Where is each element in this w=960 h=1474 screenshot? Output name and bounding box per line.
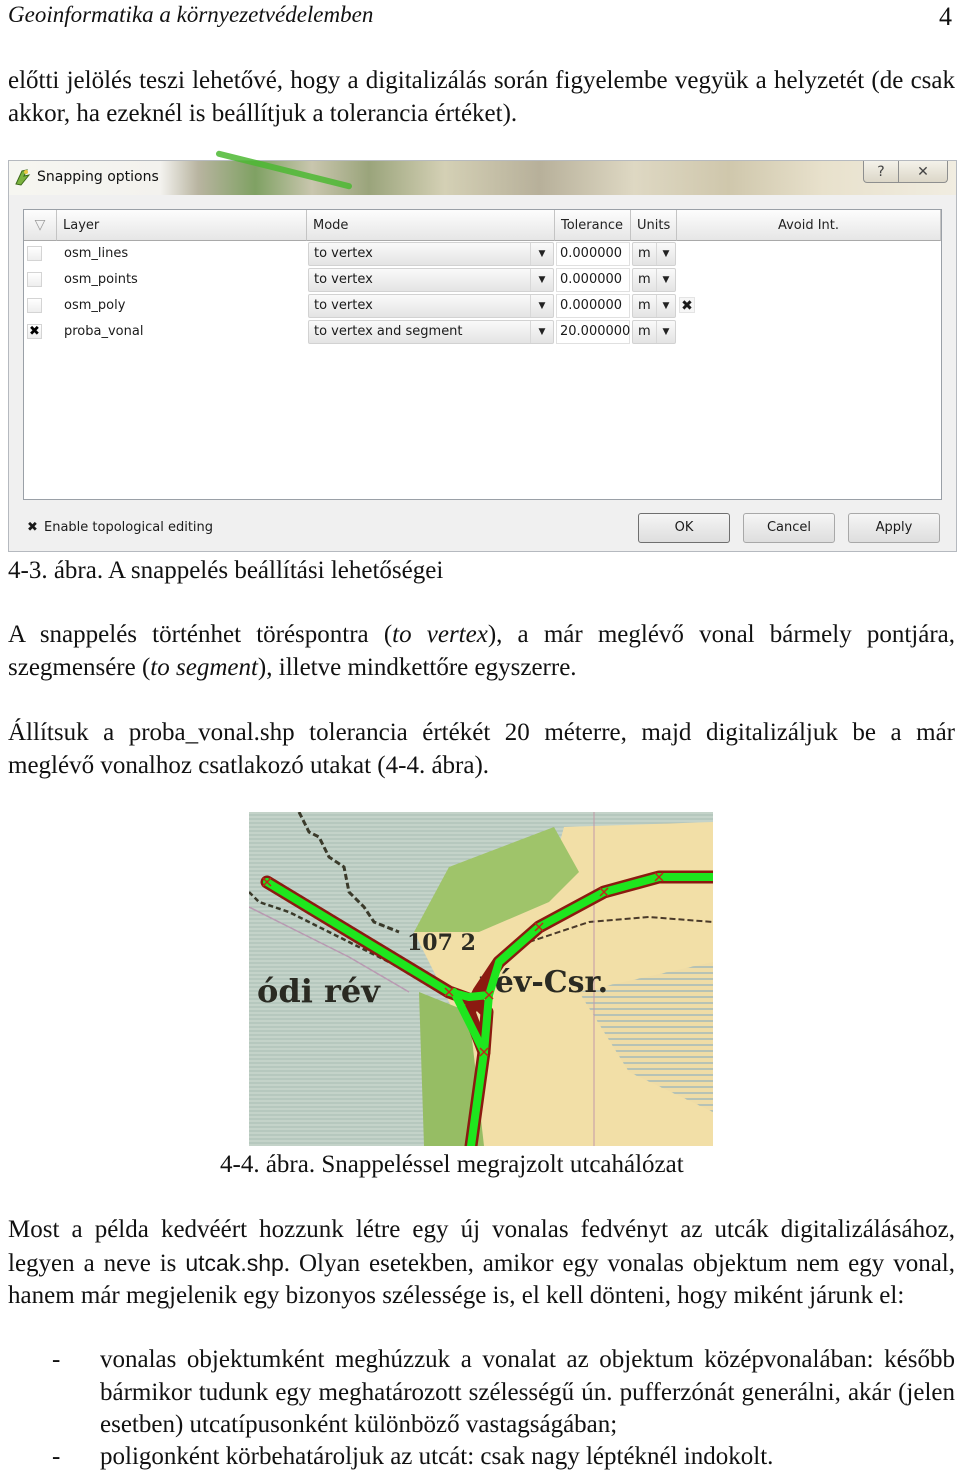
apply-button[interactable]: Apply	[848, 513, 940, 543]
mode-select[interactable]: to vertex ▼	[308, 294, 554, 318]
map-label-number: 107 2	[407, 930, 476, 956]
units-select[interactable]: m ▼	[632, 320, 676, 344]
topological-editing-checkbox[interactable]: ✖	[25, 520, 40, 535]
units-select[interactable]: m ▼	[632, 294, 676, 318]
table-row: osm_points to vertex ▼ 0.000000 m ▼	[24, 267, 941, 293]
bullet-dash: -	[52, 1443, 61, 1470]
intro-paragraph: előtti jelölés teszi lehetővé, hogy a di…	[8, 67, 955, 127]
layer-name: osm_points	[64, 272, 138, 287]
chevron-down-icon: ▼	[530, 321, 553, 343]
chevron-down-icon: ▼	[656, 321, 675, 343]
page-number: 4	[939, 2, 952, 31]
snapping-layers-table: ▽ Layer Mode Tolerance Units Avoid Int. …	[23, 209, 942, 500]
digitized-street-network-map: ódi rév rév-Csr. 107 2	[249, 812, 713, 1146]
bullet-dash: -	[52, 1346, 61, 1373]
new-layer-paragraph: Most a példa kedvéért hozzunk létre egy …	[8, 1216, 955, 1309]
help-button[interactable]: ?	[863, 161, 899, 183]
column-header-tolerance[interactable]: Tolerance	[555, 210, 631, 241]
qgis-icon	[15, 169, 31, 186]
mode-select[interactable]: to vertex ▼	[308, 268, 554, 292]
chevron-down-icon: ▼	[530, 295, 553, 317]
table-row: osm_poly to vertex ▼ 0.000000 m ▼ ✖	[24, 293, 941, 319]
mode-select[interactable]: to vertex and segment ▼	[308, 320, 554, 344]
snapping-options-dialog: Snapping options ? ✕ ▽ Layer Mode Tolera…	[8, 150, 957, 552]
chevron-down-icon: ▼	[656, 243, 675, 265]
term-to-vertex: to vertex	[392, 621, 488, 648]
bullet-item-polygon: poligonként körbehatároljuk az utcát: cs…	[100, 1443, 774, 1470]
layer-checkbox[interactable]: ✖	[27, 324, 42, 339]
filename-utcak-shp: utcak.shp	[185, 1249, 284, 1276]
sort-indicator-icon: ▽	[34, 217, 46, 233]
term-to-segment: to segment	[150, 653, 258, 681]
snapping-modes-paragraph: A snappelés történhet töréspontra (to ve…	[8, 621, 956, 681]
mode-select[interactable]: to vertex ▼	[308, 242, 554, 266]
figure-caption-4-3: 4-3. ábra. A snappelés beállítási lehető…	[8, 557, 444, 584]
figure-caption-4-4: 4-4. ábra. Snappeléssel megrajzolt utcah…	[220, 1151, 684, 1178]
chevron-down-icon: ▼	[530, 243, 553, 265]
units-select[interactable]: m ▼	[632, 242, 676, 266]
tolerance-input[interactable]: 0.000000	[556, 268, 630, 292]
table-row: ✖ proba_vonal to vertex and segment ▼ 20.…	[24, 319, 941, 345]
close-icon: ✕	[917, 164, 929, 180]
select-all-header[interactable]: ▽	[24, 210, 57, 241]
map-image: ódi rév rév-Csr. 107 2	[249, 812, 713, 1146]
layer-name: osm_lines	[64, 246, 129, 261]
tolerance-input[interactable]: 0.000000	[556, 294, 630, 318]
layer-checkbox[interactable]	[27, 246, 42, 261]
avoid-intersections-checkbox[interactable]: ✖	[679, 297, 695, 314]
cancel-button[interactable]: Cancel	[743, 513, 835, 543]
map-label-odi-rev: ódi rév	[257, 972, 381, 1010]
column-header-mode[interactable]: Mode	[307, 210, 555, 241]
tolerance-input[interactable]: 0.000000	[556, 242, 630, 266]
close-button[interactable]: ✕	[898, 161, 948, 183]
ok-button[interactable]: OK	[638, 513, 730, 543]
units-select[interactable]: m ▼	[632, 268, 676, 292]
column-header-avoid-intersections[interactable]: Avoid Int.	[677, 210, 941, 241]
running-header-title: Geoinformatika a környezetvédelemben	[8, 2, 374, 27]
layer-checkbox[interactable]	[27, 272, 42, 287]
layer-name: osm_poly	[64, 298, 126, 313]
dialog-title: Snapping options	[37, 169, 159, 185]
layer-name: proba_vonal	[64, 324, 144, 339]
dialog-titlebar[interactable]: Snapping options ? ✕	[9, 150, 956, 195]
tolerance-input[interactable]: 20.000000	[556, 320, 630, 344]
help-icon: ?	[877, 164, 885, 180]
table-row: osm_lines to vertex ▼ 0.000000 m ▼	[24, 241, 941, 267]
chevron-down-icon: ▼	[656, 295, 675, 317]
chevron-down-icon: ▼	[530, 269, 553, 291]
bullet-item-line-object: vonalas objektumként meghúzzuk a vonalat…	[100, 1346, 955, 1438]
column-header-layer[interactable]: Layer	[57, 210, 307, 241]
chevron-down-icon: ▼	[656, 269, 675, 291]
column-header-units[interactable]: Units	[631, 210, 677, 241]
topological-editing-label: Enable topological editing	[44, 520, 214, 535]
tolerance-instruction-paragraph: Állítsuk a proba_vonal.shp tolerancia ér…	[8, 719, 955, 779]
layer-checkbox[interactable]	[27, 298, 42, 313]
map-background-decoration	[215, 150, 353, 190]
